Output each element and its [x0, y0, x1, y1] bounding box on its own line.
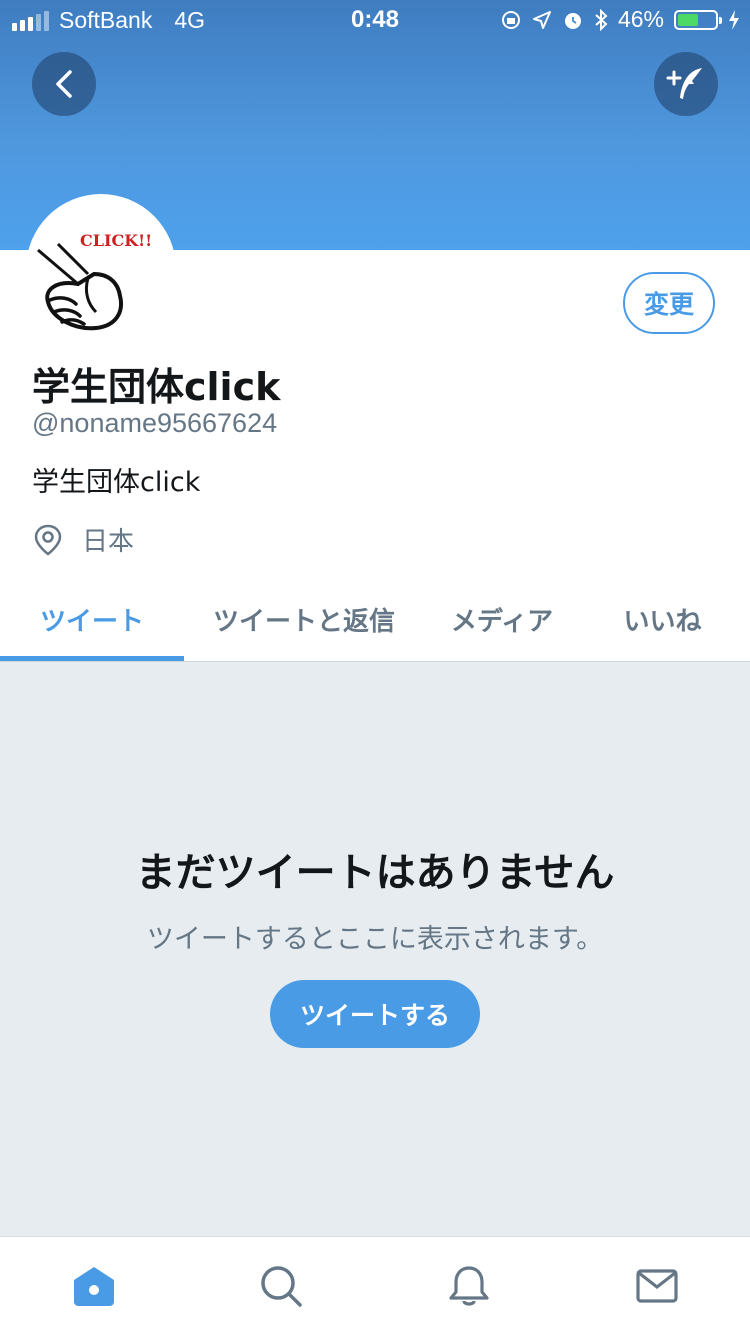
empty-timeline: まだツイートはありません ツイートするとここに表示されます。 ツイートする: [0, 662, 750, 1236]
location-icon: [532, 10, 551, 29]
battery-percent: 46%: [617, 6, 664, 32]
profile-avatar[interactable]: CLICK!!: [26, 194, 176, 344]
empty-title: まだツイートはありません: [135, 850, 615, 896]
profile-tabs: ツイート ツイートと返信 メディア いいね: [0, 578, 750, 662]
orientation-lock-icon: [501, 10, 520, 29]
tab-tweets[interactable]: ツイート: [0, 578, 184, 661]
home-icon: [74, 1267, 114, 1306]
tab-likes[interactable]: いいね: [590, 578, 735, 661]
nav-search[interactable]: [256, 1261, 306, 1311]
alarm-icon: [564, 12, 581, 29]
compose-feather-icon: [666, 68, 702, 99]
user-handle: @noname95667624: [32, 408, 278, 438]
profile-bio: 学生団体click: [32, 467, 201, 498]
avatar-logo: CLICK!!: [37, 231, 152, 331]
svg-text:CLICK!!: CLICK!!: [80, 231, 152, 250]
empty-subtitle: ツイートするとここに表示されます。: [146, 924, 604, 955]
nav-home[interactable]: [69, 1261, 119, 1311]
nav-notifications[interactable]: [444, 1261, 494, 1311]
tweet-button[interactable]: ツイートする: [270, 980, 480, 1048]
location-pin-icon: [34, 524, 62, 556]
active-tab-indicator: [0, 656, 184, 661]
back-button[interactable]: [32, 52, 96, 116]
status-bar: SoftBank 4G 0:48 46%: [0, 0, 750, 40]
edit-profile-button[interactable]: 変更: [623, 272, 715, 334]
notifications-icon: [449, 1266, 489, 1306]
tab-media[interactable]: メディア: [424, 578, 580, 661]
messages-icon: [636, 1269, 678, 1303]
tab-tweets-and-replies[interactable]: ツイートと返信: [194, 578, 414, 661]
bluetooth-icon: [595, 8, 608, 31]
profile-location: 日本: [34, 521, 134, 558]
compose-tweet-button[interactable]: [654, 52, 718, 116]
nav-messages[interactable]: [632, 1261, 682, 1311]
battery-icon: [674, 9, 722, 30]
location-label: 日本: [82, 527, 135, 557]
chevron-left-icon: [56, 70, 72, 98]
display-name: 学生団体click: [32, 365, 281, 409]
search-icon: [261, 1266, 302, 1307]
charging-icon: [729, 9, 739, 30]
bottom-tab-bar: [0, 1236, 750, 1334]
